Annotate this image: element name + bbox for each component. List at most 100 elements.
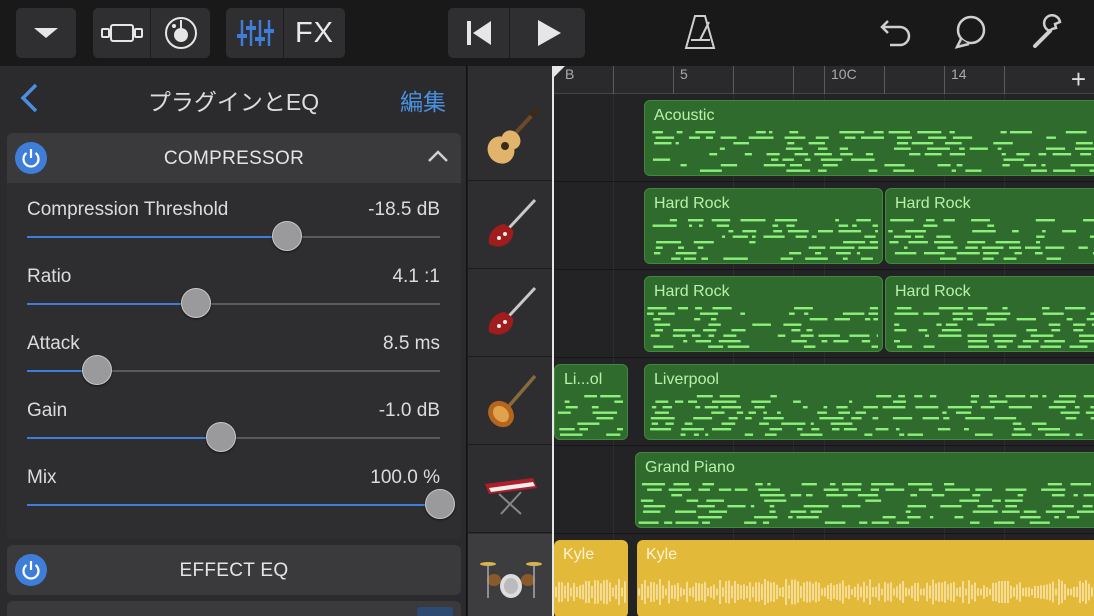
track-header-electric-2[interactable] xyxy=(468,270,553,357)
chevron-up-icon xyxy=(428,150,448,162)
param-mix: Mix 100.0 % xyxy=(27,467,455,527)
garageband-screen: FX プラグインとEQ 編集 COMPRESSOR Compression Th… xyxy=(0,0,1094,616)
midi-notes xyxy=(557,395,623,436)
slider-knob[interactable] xyxy=(181,288,212,318)
smart-controls-icon xyxy=(164,17,197,49)
ratio-slider[interactable] xyxy=(27,288,440,318)
param-value: 100.0 % xyxy=(370,467,440,488)
play-icon xyxy=(537,20,561,46)
threshold-slider[interactable] xyxy=(27,221,440,251)
timeline-ruler[interactable]: B 5 10C 14 + xyxy=(553,64,1094,95)
region-liverpool[interactable]: Liverpool xyxy=(644,364,1094,440)
compressor-title: COMPRESSOR xyxy=(163,148,305,169)
track-lane: Li...ol Liverpool xyxy=(553,358,1094,446)
collapse-button[interactable] xyxy=(427,149,449,168)
track-header-keyboard[interactable] xyxy=(468,446,553,533)
param-label: Attack xyxy=(27,333,80,354)
fx-label: FX xyxy=(294,16,335,49)
region-name: Li...ol xyxy=(564,371,603,388)
region-acoustic[interactable]: Acoustic xyxy=(644,100,1094,176)
audio-waveform xyxy=(638,579,1093,605)
midi-notes xyxy=(888,219,1094,260)
next-section-edge xyxy=(7,601,461,616)
metronome-icon xyxy=(684,15,716,49)
attack-slider[interactable] xyxy=(27,355,440,385)
param-value: 4.1 :1 xyxy=(392,266,440,287)
region-liverpool-short[interactable]: Li...ol xyxy=(554,364,628,440)
track-header-electric-1[interactable] xyxy=(468,182,553,269)
region-kyle[interactable]: Kyle xyxy=(637,540,1094,616)
slider-knob[interactable] xyxy=(272,221,303,251)
region-name: Kyle xyxy=(563,546,595,563)
mixer-fx-group: FX xyxy=(226,8,345,58)
track-lane: Hard Rock Hard Rock xyxy=(553,182,1094,270)
region-name: Acoustic xyxy=(654,107,715,124)
settings-button[interactable] xyxy=(1030,14,1066,55)
wrench-icon xyxy=(1033,14,1062,48)
tracks-area[interactable]: Acoustic Hard Rock Hard Rock Hard Rock H… xyxy=(553,94,1094,616)
transport-group xyxy=(448,8,585,58)
play-button[interactable] xyxy=(510,8,585,58)
go-to-beginning-button[interactable] xyxy=(448,8,510,58)
region-name: Hard Rock xyxy=(654,195,730,212)
electric-guitar-icon xyxy=(488,286,536,335)
edit-button[interactable]: 編集 xyxy=(400,83,446,117)
panel-title: プラグインとEQ xyxy=(147,89,320,115)
chevron-down-icon xyxy=(34,28,58,38)
param-ratio: Ratio 4.1 :1 xyxy=(27,266,440,326)
effect-eq-header[interactable]: EFFECT EQ xyxy=(7,545,461,595)
metronome-button[interactable] xyxy=(683,14,717,55)
gain-slider[interactable] xyxy=(27,422,440,452)
bass-guitar-icon xyxy=(487,374,536,428)
slider-knob[interactable] xyxy=(82,355,113,385)
ruler-mark: 10C xyxy=(831,66,857,82)
eq-thumbnail xyxy=(417,607,453,616)
track-lane: Grand Piano xyxy=(553,446,1094,534)
slider-knob[interactable] xyxy=(425,489,455,519)
track-header-drums[interactable] xyxy=(468,534,553,616)
electric-guitar-icon xyxy=(488,198,536,247)
slider-knob[interactable] xyxy=(206,422,237,452)
undo-icon xyxy=(880,20,911,47)
midi-notes xyxy=(652,219,878,260)
ruler-mark: 14 xyxy=(951,66,967,82)
plugins-eq-panel: プラグインとEQ 編集 COMPRESSOR Compression Thres… xyxy=(0,66,467,616)
midi-notes xyxy=(893,307,1094,348)
fx-button[interactable]: FX xyxy=(284,8,345,58)
region-kyle-short[interactable]: Kyle xyxy=(554,540,628,616)
track-header-acoustic[interactable] xyxy=(468,94,553,181)
skip-back-icon xyxy=(466,21,491,45)
playhead[interactable] xyxy=(552,66,554,616)
region-grand-piano[interactable]: Grand Piano xyxy=(635,452,1094,528)
region-hard-rock[interactable]: Hard Rock xyxy=(644,188,883,264)
region-hard-rock[interactable]: Hard Rock xyxy=(644,276,883,352)
effect-eq-title: EFFECT EQ xyxy=(179,560,289,581)
midi-notes xyxy=(652,131,1094,172)
midi-notes xyxy=(638,483,1094,524)
view-button-group xyxy=(93,8,210,58)
region-name: Grand Piano xyxy=(645,459,735,476)
mix-slider[interactable] xyxy=(27,489,455,519)
param-label: Compression Threshold xyxy=(27,199,229,220)
smart-controls-button[interactable] xyxy=(151,8,210,58)
compressor-header[interactable]: COMPRESSOR xyxy=(7,133,461,183)
param-value: -18.5 dB xyxy=(368,199,440,220)
add-section-button[interactable]: + xyxy=(1071,64,1086,95)
tracks-view-button[interactable] xyxy=(93,8,151,58)
param-label: Mix xyxy=(27,467,57,488)
region-hard-rock[interactable]: Hard Rock xyxy=(885,276,1094,352)
track-lane: Acoustic xyxy=(553,94,1094,182)
param-label: Ratio xyxy=(27,266,72,287)
browser-menu-button[interactable] xyxy=(16,8,76,58)
acoustic-guitar-icon xyxy=(487,107,540,164)
midi-notes xyxy=(647,307,878,348)
undo-button[interactable] xyxy=(878,15,912,52)
param-attack: Attack 8.5 ms xyxy=(27,333,440,393)
track-lane: Kyle Kyle xyxy=(553,534,1094,616)
ruler-mark: 5 xyxy=(680,66,688,82)
track-header-bass[interactable] xyxy=(468,358,553,445)
region-hard-rock[interactable]: Hard Rock xyxy=(885,188,1094,264)
loop-browser-button[interactable] xyxy=(953,14,989,55)
mixer-button[interactable] xyxy=(226,8,284,58)
region-name: Liverpool xyxy=(654,371,719,388)
